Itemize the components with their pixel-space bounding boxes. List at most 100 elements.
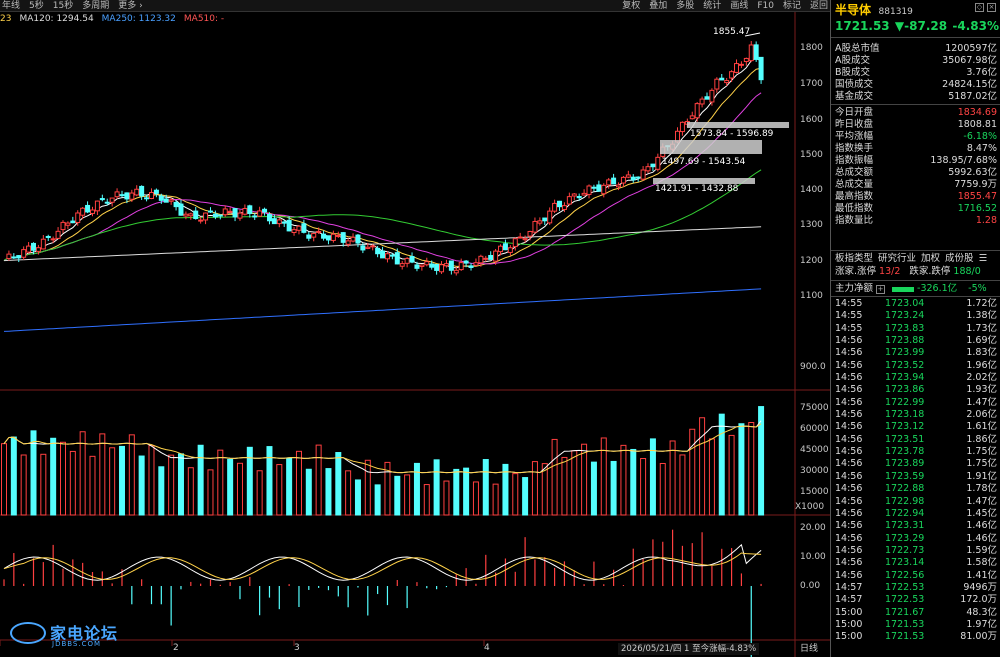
candle-body [645,166,651,172]
tick-price: 1722.53 [885,594,925,606]
volume-bar [443,480,450,516]
candle-body [65,222,71,226]
candle-body [158,195,164,201]
candle-body [606,179,612,186]
candle-body [517,236,523,239]
volume-bar [315,444,322,516]
tick-row: 14:56 1722.99 1.47亿 [835,397,997,409]
candle-body [566,196,572,205]
volume-bar [571,450,578,516]
candle-body [552,202,558,212]
tick-price: 1721.67 [885,606,925,618]
candle-body [488,254,494,260]
candle-body [502,243,508,251]
candle-body [439,264,445,273]
candle-body [748,44,754,62]
tick-time: 15:00 [835,631,863,643]
candle-body [257,210,263,217]
tick-volume: 1.61亿 [966,421,997,433]
candle-body [571,193,577,197]
index-code: 881319 [878,7,913,17]
tick-price: 1722.53 [885,581,925,593]
sector-row: 板指类型 研究行业 加权 成份股 ☰ [835,253,997,265]
volume-bar [177,453,184,516]
volume-bar [374,484,381,516]
expand-icon[interactable]: + [876,284,886,294]
research-industry-tab[interactable]: 研究行业 [878,253,916,265]
stat-row: 今日开盘 1834.69 [835,107,997,119]
weighted-tab[interactable]: 加权 [921,253,940,265]
collapse-icon[interactable]: ◇ [975,3,984,12]
tick-row: 14:56 1723.14 1.58亿 [835,557,997,569]
menu-icon[interactable]: ☰ [979,253,988,265]
candle-body [458,262,464,271]
candle-body [148,192,154,199]
kline-chart[interactable] [0,0,830,657]
candle-body [527,231,533,237]
volume-bar [286,457,293,516]
candle-body [389,254,395,257]
zone-label: 1573.84 - 1596.89 [690,129,774,139]
volume-bar [630,448,637,516]
volume-axis-label: 45000 [800,445,829,455]
volume-bar [748,422,755,516]
period-label[interactable]: 日线 [800,643,818,655]
tick-time: 14:56 [835,532,863,544]
tick-volume: 1.93亿 [966,384,997,396]
candle-body [301,223,307,233]
tick-volume: 1.69亿 [966,335,997,347]
divider [831,37,1000,38]
candle-body [30,242,36,251]
candle-body [212,213,218,218]
tick-row: 14:56 1722.56 1.41亿 [835,570,997,582]
tick-price: 1722.73 [885,544,925,556]
price-axis-label: 1300 [800,220,823,230]
volume-ma-line [3,420,762,474]
sector-type-tab[interactable]: 板指类型 [835,253,873,265]
tick-row: 15:00 1721.53 1.97亿 [835,619,997,631]
close-icon[interactable]: × [987,3,996,12]
volume-bar [590,461,597,516]
tick-row: 14:56 1723.99 1.83亿 [835,347,997,359]
price-change-pct: -4.83% [952,19,999,33]
divider [831,280,1000,281]
candle-body [611,177,617,185]
candle-body [434,263,440,271]
volume-bar [266,446,273,516]
candle-body [419,264,425,267]
tick-volume: 1.86亿 [966,433,997,445]
volume-bar [394,475,401,516]
candle-body [365,246,371,249]
tick-price: 1721.53 [885,631,925,643]
price-axis-label: 1500 [800,150,823,160]
stat-label: 总成交量 [835,179,874,190]
volume-bar [256,470,263,516]
tick-time: 14:56 [835,483,863,495]
tick-row: 14:56 1723.89 1.75亿 [835,458,997,470]
candle-body [50,238,56,241]
stat-value: 5187.02亿 [948,91,997,102]
tick-time: 14:56 [835,347,863,359]
candle-body [537,220,543,224]
tick-row: 15:00 1721.67 48.3亿 [835,607,997,619]
tick-price: 1723.04 [885,298,925,309]
tick-row: 14:56 1723.52 1.96亿 [835,360,997,372]
tick-time: 15:00 [835,618,863,630]
volume-bar [295,450,302,516]
tick-price: 1723.88 [885,335,925,347]
candle-body [409,256,415,263]
candle-body [291,229,297,234]
volume-bar [345,470,352,516]
fall-value: 188/0 [953,266,981,277]
constituents-tab[interactable]: 成份股 [945,253,974,265]
volume-bar [227,458,234,516]
volume-bar [669,440,676,516]
tick-volume: 1.91亿 [966,470,997,482]
tick-row: 14:56 1723.18 2.06亿 [835,409,997,421]
main-flow-label: 主力净额 [835,283,874,294]
candle-body [129,192,135,200]
price-zone-band [687,122,789,128]
candle-body [714,78,720,90]
stat-label: 平均涨幅 [835,131,874,142]
candle-body [242,207,248,215]
